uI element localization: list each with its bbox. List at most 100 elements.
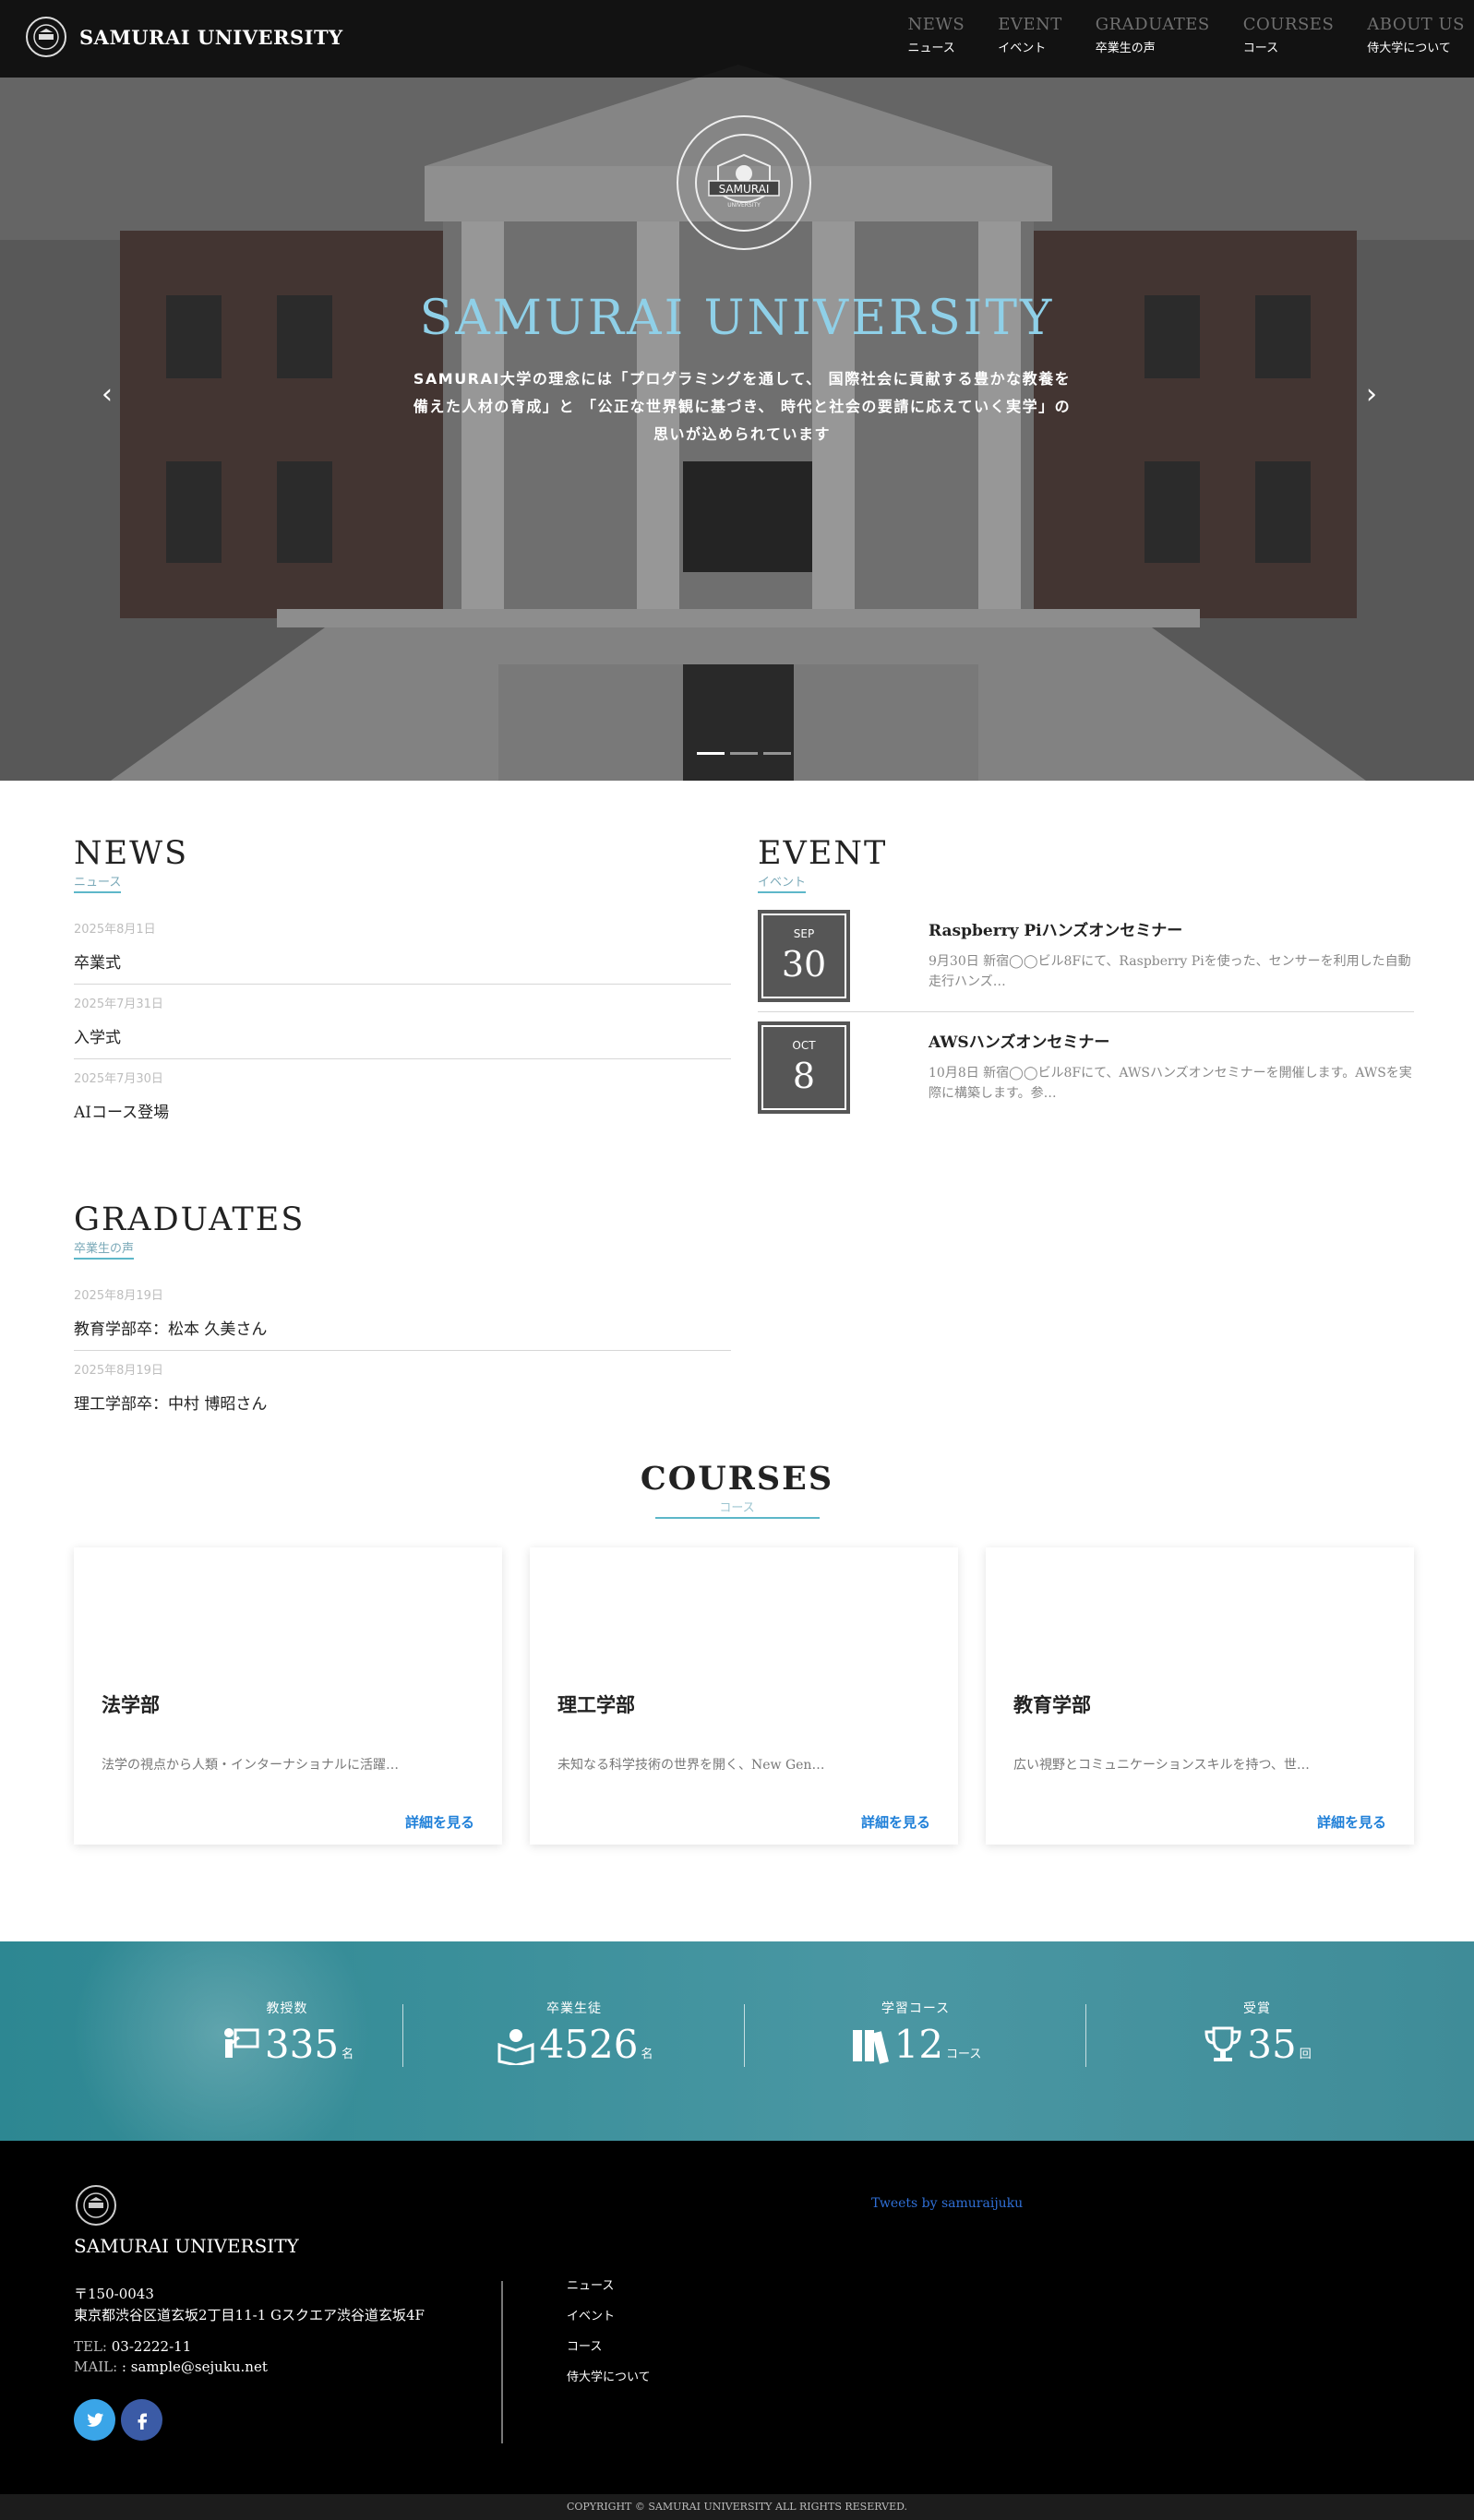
books-icon: [852, 2030, 889, 2064]
tweets-link[interactable]: Tweets by samuraijuku: [871, 2196, 1023, 2211]
course-card[interactable]: 法学部 法学の視点から人類・インターナショナルに活躍… 詳細を見る: [74, 1547, 502, 1845]
news-item[interactable]: 2025年7月31日 入学式: [74, 985, 731, 1059]
nav-label-en: NEWS: [907, 15, 965, 34]
main-nav: NEWS ニュース EVENT イベント GRADUATES 卒業生の声 COU…: [907, 15, 1465, 55]
news-list: 2025年8月1日 卒業式 2025年7月31日 入学式 2025年7月30日 …: [74, 910, 731, 1133]
event-month: OCT: [792, 1039, 816, 1052]
stat-label: 学習コース: [881, 2001, 951, 2016]
event-title: EVENT: [758, 835, 888, 872]
course-title: 法学部: [102, 1693, 160, 1716]
university-logo-icon: [26, 17, 66, 57]
nav-label-ja: イベント: [998, 42, 1047, 55]
news-date: 2025年7月31日: [74, 997, 163, 1011]
crest-text: SAMURAI: [719, 183, 770, 196]
facebook-icon[interactable]: [121, 2399, 162, 2441]
graduates-title: GRADUATES: [74, 1201, 306, 1238]
nav-item-event[interactable]: EVENT イベント: [998, 15, 1062, 55]
footer-address: 東京都渋谷区道玄坂2丁目11-1 Gスクエア渋谷道玄坂4F: [74, 2307, 425, 2323]
slider-dot[interactable]: [697, 752, 725, 755]
news-section: NEWS ニュース 2025年8月1日 卒業式 2025年7月31日 入学式 2…: [74, 835, 731, 1133]
news-item-title: 入学式: [74, 1029, 121, 1047]
stats-band: 教授数 335 名 卒業生徒 4526 名 学習コース 12 コース 受賞 35…: [0, 1941, 1474, 2141]
event-body: Raspberry Piハンズオンセミナー 9月30日 新宿◯◯ビル8Fにて、R…: [929, 910, 1414, 1002]
news-item-title: 卒業式: [74, 954, 121, 973]
hero-description: SAMURAI大学の理念には「プログラミングを通して、 国際社会に貢献する豊かな…: [413, 370, 1072, 443]
event-day: 30: [781, 944, 827, 985]
top-navigation-bar: SAMURAI UNIVERSITY NEWS ニュース EVENT イベント …: [0, 0, 1474, 78]
event-body: AWSハンズオンセミナー 10月8日 新宿◯◯ビル8Fにて、AWSハンズオンセミ…: [929, 1021, 1414, 1114]
news-subtitle: ニュース: [74, 872, 122, 893]
event-month: SEP: [793, 927, 815, 940]
copyright: COPYRIGHT © SAMURAI UNIVERSITY ALL RIGHT…: [0, 2494, 1474, 2520]
event-item[interactable]: OCT 8 AWSハンズオンセミナー 10月8日 新宿◯◯ビル8Fにて、AWSハ…: [758, 1021, 1414, 1123]
nav-label-en: EVENT: [998, 15, 1062, 34]
stat-unit: 名: [641, 2048, 653, 2061]
footer-link-courses[interactable]: コース: [567, 2336, 651, 2354]
teacher-icon: [223, 2028, 259, 2058]
stat-unit: 名: [342, 2048, 354, 2061]
stat-label: 受賞: [1243, 2001, 1271, 2016]
course-more-link[interactable]: 詳細を見る: [405, 1812, 474, 1832]
news-item-title: AIコース登場: [74, 1104, 170, 1122]
nav-label-ja: コース: [1242, 42, 1279, 55]
twitter-icon[interactable]: [74, 2399, 115, 2441]
course-more-link[interactable]: 詳細を見る: [1317, 1812, 1386, 1832]
nav-label-en: GRADUATES: [1095, 15, 1210, 34]
news-item[interactable]: 2025年7月30日 AIコース登場: [74, 1059, 731, 1133]
stat-number: 12: [893, 2022, 944, 2067]
nav-label-ja: 卒業生の声: [1095, 42, 1156, 55]
news-date: 2025年7月30日: [74, 1072, 163, 1086]
nav-label-ja: 侍大学について: [1367, 42, 1451, 55]
mail-value[interactable]: : sample@sejuku.net: [122, 2359, 268, 2375]
graduate-item[interactable]: 2025年8月19日 教育学部卒：松本 久美さん: [74, 1276, 731, 1351]
graduate-item-title: 理工学部卒：中村 博昭さん: [74, 1395, 268, 1414]
courses-header: COURSES コース: [0, 1460, 1474, 1519]
footer-mail: MAIL: : sample@sejuku.net: [74, 2359, 268, 2375]
news-item[interactable]: 2025年8月1日 卒業式: [74, 910, 731, 985]
footer-link-about[interactable]: 侍大学について: [567, 2367, 651, 2384]
reader-icon: [497, 2029, 534, 2065]
nav-label-en: ABOUT US: [1367, 15, 1465, 34]
crest-subtext: UNIVERSITY: [727, 202, 761, 209]
hero-title: SAMURAI UNIVERSITY: [419, 291, 1055, 346]
course-description: 未知なる科学技術の世界を開く、New Gen…: [557, 1758, 825, 1773]
event-day: 8: [792, 1056, 816, 1096]
footer-link-event[interactable]: イベント: [567, 2306, 651, 2323]
trophy-icon: [1204, 2026, 1241, 2061]
graduates-subtitle: 卒業生の声: [74, 1238, 135, 1260]
graduates-list: 2025年8月19日 教育学部卒：松本 久美さん 2025年8月19日 理工学部…: [74, 1276, 731, 1425]
graduate-date: 2025年8月19日: [74, 1364, 163, 1378]
course-card[interactable]: 教育学部 広い視野とコミュニケーションスキルを持つ、世… 詳細を見る: [986, 1547, 1414, 1845]
graduate-item-title: 教育学部卒：松本 久美さん: [74, 1320, 268, 1339]
footer-link-news[interactable]: ニュース: [567, 2275, 651, 2293]
news-title: NEWS: [74, 835, 189, 872]
slider-dot[interactable]: [763, 752, 791, 755]
slider-indicators: [697, 752, 791, 755]
nav-item-graduates[interactable]: GRADUATES 卒業生の声: [1096, 15, 1210, 55]
course-more-link[interactable]: 詳細を見る: [861, 1812, 930, 1832]
slider-dot[interactable]: [730, 752, 758, 755]
slider-next-icon[interactable]: ›: [1366, 378, 1377, 411]
event-calendar-badge: OCT 8: [758, 1021, 850, 1114]
stat-unit: 回: [1299, 2048, 1312, 2061]
stat-courses: 学習コース 12 コース: [745, 1941, 1086, 2141]
brand[interactable]: SAMURAI UNIVERSITY: [26, 17, 343, 57]
hero-crest-icon: SAMURAI UNIVERSITY: [677, 115, 811, 250]
graduate-item[interactable]: 2025年8月19日 理工学部卒：中村 博昭さん: [74, 1351, 731, 1425]
course-cards: 法学部 法学の視点から人類・インターナショナルに活躍… 詳細を見る 理工学部 未…: [74, 1547, 1414, 1845]
social-links: [74, 2399, 162, 2441]
mail-label: MAIL:: [74, 2359, 118, 2375]
nav-item-courses[interactable]: COURSES コース: [1243, 15, 1335, 55]
slider-prev-icon[interactable]: ‹: [102, 378, 113, 411]
nav-item-news[interactable]: NEWS ニュース: [907, 15, 965, 55]
event-item[interactable]: SEP 30 Raspberry Piハンズオンセミナー 9月30日 新宿◯◯ビ…: [758, 910, 1414, 1012]
nav-item-about[interactable]: ABOUT US 侍大学について: [1367, 15, 1465, 55]
course-description: 広い視野とコミュニケーションスキルを持つ、世…: [1013, 1758, 1310, 1773]
tel-value[interactable]: 03-2222-11: [112, 2338, 191, 2355]
footer-logo-icon[interactable]: [76, 2185, 116, 2226]
courses-subtitle: コース: [654, 1498, 820, 1519]
graduate-date: 2025年8月19日: [74, 1289, 163, 1303]
footer-tel: TEL: 03-2222-11: [74, 2338, 191, 2355]
stat-label: 卒業生徒: [546, 2001, 602, 2016]
course-card[interactable]: 理工学部 未知なる科学技術の世界を開く、New Gen… 詳細を見る: [530, 1547, 958, 1845]
